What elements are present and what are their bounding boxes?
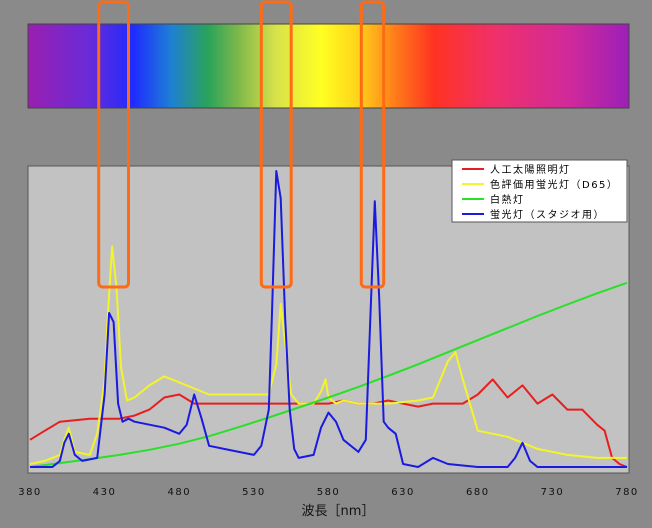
x-tick-layer: 380 430 480 530 580 630 680 730 780 <box>18 487 639 498</box>
x-tick-label-630: 630 <box>391 487 415 498</box>
legend-label-3: 白熱灯 <box>490 193 525 206</box>
x-tick-label-430: 430 <box>93 487 117 498</box>
spectrum-chart: 人工太陽照明灯色評価用蛍光灯（D65） 白熱灯蛍光灯（スタジオ用） 380 430 4… <box>18 0 639 519</box>
x-tick-label-530: 530 <box>242 487 266 498</box>
legend: 人工太陽照明灯色評価用蛍光灯（D65） 白熱灯蛍光灯（スタジオ用） <box>451 159 628 223</box>
x-axis-label: 波長［nm］ <box>302 504 375 519</box>
x-tick-label-580: 580 <box>317 487 341 498</box>
x-tick-label-480: 480 <box>168 487 192 498</box>
x-tick-label-780: 780 <box>615 487 639 498</box>
legend-label-4: 蛍光灯（スタジオ用） <box>490 208 605 221</box>
spectrum-chart-figure: 人工太陽照明灯色評価用蛍光灯（D65） 白熱灯蛍光灯（スタジオ用） 380 430 4… <box>0 0 652 524</box>
legend-label-1: 人工太陽照明灯 <box>490 163 571 176</box>
x-tick-label-680: 680 <box>466 487 490 498</box>
legend-label-2: 色評価用蛍光灯（D65） <box>490 178 618 191</box>
spectrum-bar <box>27 23 630 109</box>
x-tick-label-380: 380 <box>18 487 42 498</box>
x-tick-label-730: 730 <box>541 487 565 498</box>
